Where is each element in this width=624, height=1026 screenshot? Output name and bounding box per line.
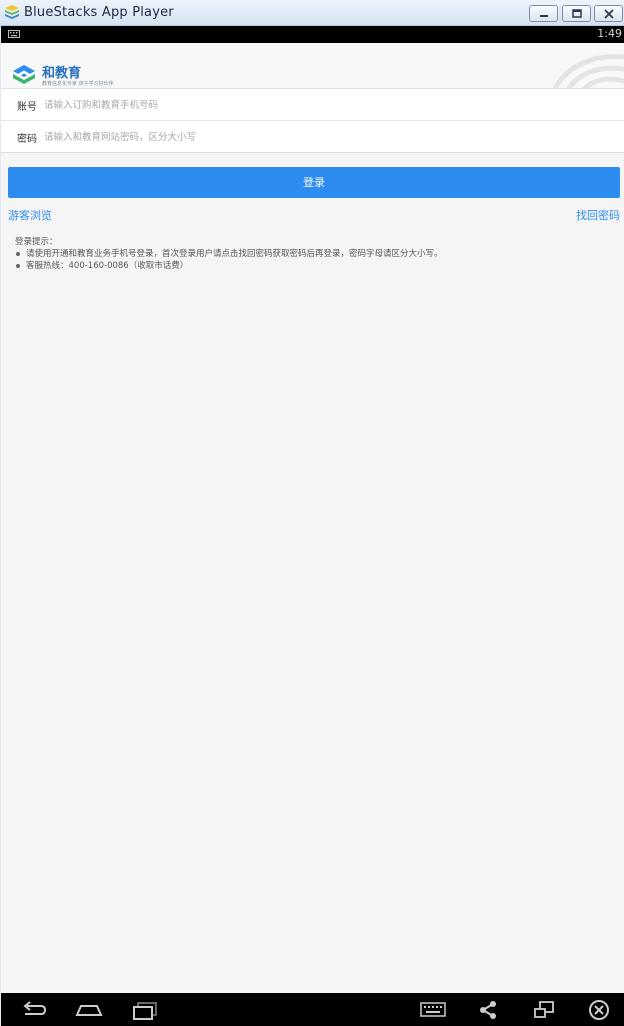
keyboard-icon [8,30,20,38]
recent-apps-icon[interactable] [132,999,160,1021]
brand-slogan: 教育信息化专家 孩子学习好伙伴 [42,81,114,87]
china-mobile-watermark-icon [552,54,624,88]
status-bar: 1:49 [1,26,624,43]
minimize-button[interactable] [529,5,558,22]
tip-item: 客服热线：400-160-0086（收取市话费） [15,260,615,272]
tip-item: 请使用开通和教育业务手机号登录，首次登录用户请点击找回密码获取密码后再登录，密码… [15,248,615,260]
screen-rotate-icon[interactable] [532,999,556,1021]
bluestacks-logo-icon [5,5,19,19]
login-tips: 登录提示： 请使用开通和教育业务手机号登录，首次登录用户请点击找回密码获取密码后… [15,236,615,272]
app-header: 和教育 教育信息化专家 孩子学习好伙伴 [1,43,624,89]
account-label: 账号 [17,102,37,113]
maximize-icon [571,8,582,18]
login-form: 账号 密码 [1,89,624,153]
password-row: 密码 [1,121,624,153]
app-content: 和教育 教育信息化专家 孩子学习好伙伴 账号 密码 登录 游客浏览 找回密码 登… [1,43,624,993]
hejiaoyu-logo-icon [13,65,35,84]
password-label: 密码 [17,134,37,145]
guest-browse-link[interactable]: 游客浏览 [8,207,52,223]
account-row: 账号 [1,89,624,121]
close-icon[interactable] [587,999,611,1021]
close-window-button[interactable] [594,5,623,22]
keyboard-icon[interactable] [419,999,447,1021]
brand-name: 和教育 [42,66,82,81]
minimize-icon [539,14,548,17]
window-title: BlueStacks App Player [24,5,174,20]
close-icon [603,8,614,19]
window-titlebar: BlueStacks App Player [0,0,624,26]
forgot-password-link[interactable]: 找回密码 [576,207,620,223]
account-input[interactable] [44,94,604,116]
share-icon[interactable] [477,999,499,1021]
navigation-bar [1,993,624,1026]
tips-title: 登录提示： [15,237,58,247]
back-icon[interactable] [21,999,47,1021]
password-input[interactable] [44,126,604,148]
login-button[interactable]: 登录 [8,167,620,198]
home-icon[interactable] [75,999,103,1021]
status-time: 1:49 [597,27,622,40]
maximize-button[interactable] [562,5,591,22]
